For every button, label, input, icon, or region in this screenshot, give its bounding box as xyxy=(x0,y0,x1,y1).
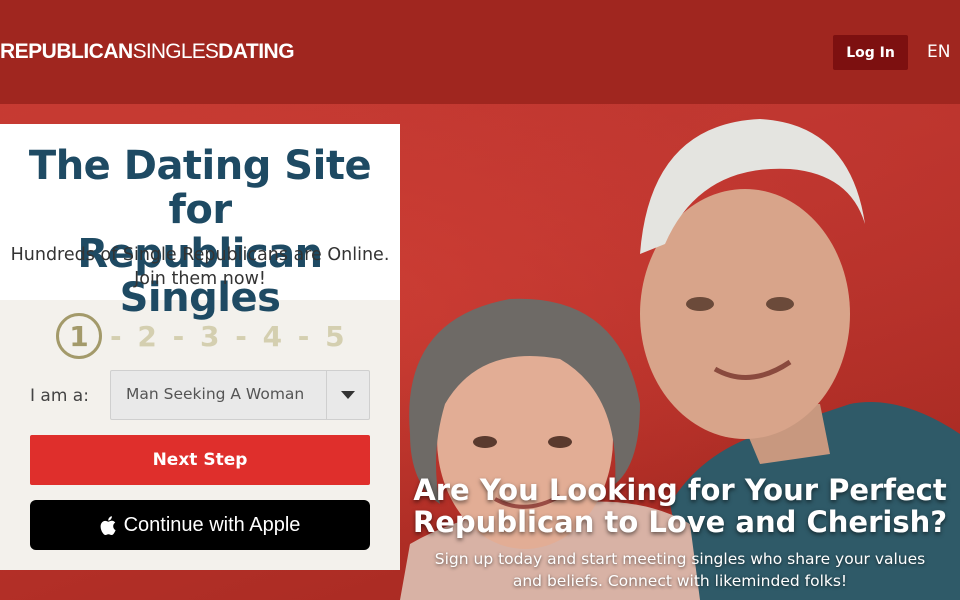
chevron-down-icon[interactable] xyxy=(326,371,369,419)
seeking-select[interactable]: Man Seeking A Woman xyxy=(110,370,370,420)
site-header: REPUBLICANSINGLESDATING Log In EN xyxy=(0,0,960,104)
continue-with-apple-button[interactable]: Continue with Apple xyxy=(30,500,370,550)
hero-subtext: Sign up today and start meeting singles … xyxy=(434,550,926,590)
site-logo[interactable]: REPUBLICANSINGLESDATING xyxy=(0,40,295,64)
card-header: The Dating Site for Republican Singles H… xyxy=(0,124,400,320)
seeking-select-value: Man Seeking A Woman xyxy=(126,385,305,403)
apple-button-label: Continue with Apple xyxy=(123,513,301,536)
language-selector[interactable]: EN xyxy=(927,42,950,62)
iam-label: I am a: xyxy=(30,386,89,406)
login-button[interactable]: Log In xyxy=(833,35,908,70)
step-remaining: - 2 - 3 - 4 - 5 xyxy=(110,319,348,353)
step-current: 1 xyxy=(56,313,102,359)
page-title: The Dating Site for Republican Singles xyxy=(28,143,372,321)
signup-card: The Dating Site for Republican Singles H… xyxy=(0,124,400,570)
hero-headline: Are You Looking for Your Perfect Republi… xyxy=(412,473,948,539)
page-subtitle: Hundreds of Single Republicans are Onlin… xyxy=(10,245,390,289)
next-step-button[interactable]: Next Step xyxy=(30,435,370,485)
step-indicator: 1 - 2 - 3 - 4 - 5 xyxy=(56,313,348,359)
apple-icon xyxy=(100,515,116,535)
